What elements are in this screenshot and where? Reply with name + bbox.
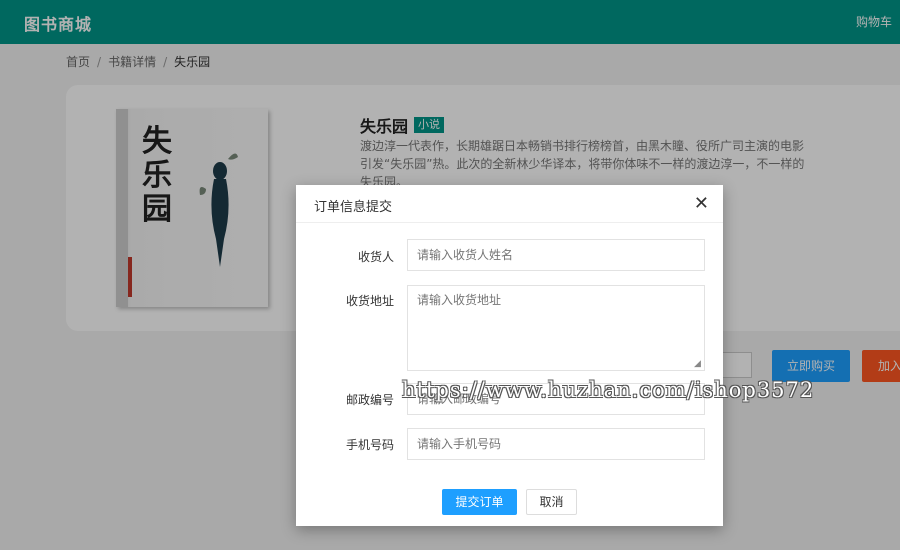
receiver-input[interactable] xyxy=(407,239,705,271)
phone-label: 手机号码 xyxy=(345,438,394,452)
address-textarea[interactable] xyxy=(407,285,705,371)
address-label: 收货地址 xyxy=(345,294,394,308)
close-icon[interactable]: ✕ xyxy=(694,193,709,214)
dialog-title: 订单信息提交 xyxy=(314,200,393,215)
dialog-header: 订单信息提交 ✕ xyxy=(296,185,723,223)
order-dialog: 订单信息提交 ✕ 收货人 收货地址 ◢ 邮政编号 手机号码 提交订单 取消 xyxy=(296,185,723,526)
cancel-button[interactable]: 取消 xyxy=(526,489,577,515)
postcode-label: 邮政编号 xyxy=(345,393,394,407)
submit-order-button[interactable]: 提交订单 xyxy=(442,489,517,515)
receiver-label: 收货人 xyxy=(357,250,394,264)
resize-grip-icon[interactable]: ◢ xyxy=(694,359,701,369)
phone-input[interactable] xyxy=(407,428,705,460)
postcode-input[interactable] xyxy=(407,383,705,415)
